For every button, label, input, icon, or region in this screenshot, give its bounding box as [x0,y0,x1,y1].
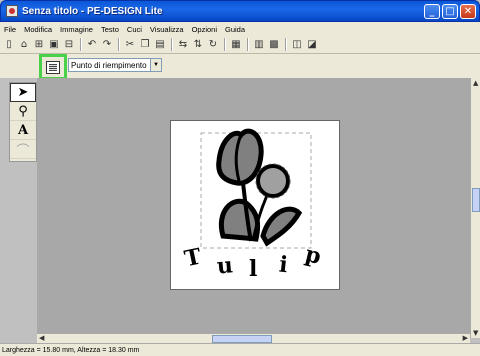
title-bar: Senza titolo - PE-DESIGN Lite _ □ ✕ [0,0,480,22]
write-card-icon[interactable]: ⊟ [62,38,76,52]
preview-icon[interactable]: ◫ [290,38,304,52]
letter-i: i [278,251,289,278]
paste-icon[interactable]: ▤ [153,38,167,52]
scroll-up-icon[interactable]: ▲ [473,79,478,87]
size-readout: Larghezza = 15.80 mm, Altezza = 18.30 mm [2,346,140,354]
toolbar-separator [171,38,173,51]
toolbar-separator [118,38,120,51]
redo-icon[interactable]: ↷ [100,38,114,52]
scroll-down-icon[interactable]: ▼ [473,329,478,337]
status-bar: Larghezza = 15.80 mm, Altezza = 18.30 mm [0,343,480,356]
save-icon[interactable]: ▣ [47,38,61,52]
toolbar-separator [285,38,287,51]
fill-stitch-icon [46,60,60,74]
vertical-scrollbar[interactable]: ▲ ▼ [470,78,480,338]
design-page-icon[interactable]: ▥ [252,38,266,52]
scroll-left-icon[interactable]: ◀ [39,334,44,342]
letter-l: l [249,256,257,282]
menu-cuci[interactable]: Cuci [127,25,142,34]
menu-file[interactable]: File [4,25,16,34]
window-controls: _ □ ✕ [424,4,476,19]
import-icon[interactable]: ⊞ [32,38,46,52]
new-file-icon[interactable]: ▯ [2,38,16,52]
tulip-bud [256,164,290,198]
realistic-preview-icon[interactable]: ◪ [305,38,319,52]
minimize-button[interactable]: _ [424,4,440,19]
letter-p: p [303,241,324,270]
chevron-down-icon[interactable]: ▼ [150,59,161,71]
tulip-design[interactable]: T u l i p [171,121,341,291]
select-tool-arrow-icon[interactable]: ➤ [10,83,36,102]
menu-bar: File Modifica Immagine Testo Cuci Visual… [0,22,480,36]
toolbar-separator [80,38,82,51]
menu-testo[interactable]: Testo [101,25,119,34]
copy-icon[interactable]: ❐ [138,38,152,52]
vertical-scroll-thumb[interactable] [472,188,480,212]
design-page[interactable]: T u l i p [170,120,340,290]
menu-opzioni[interactable]: Opzioni [192,25,217,34]
toolbar-separator [224,38,226,51]
menu-guida[interactable]: Guida [225,25,245,34]
sew-type-value: Punto di riempimento [71,60,147,70]
letter-t: T [182,243,204,272]
letter-u: u [216,252,234,279]
window-title: Senza titolo - PE-DESIGN Lite [22,5,163,17]
menu-immagine[interactable]: Immagine [60,25,93,34]
text-tool-icon[interactable]: A [10,121,36,140]
toolbar-separator [247,38,249,51]
left-leaf [218,198,261,242]
horizontal-scroll-thumb[interactable] [212,335,272,343]
close-button[interactable]: ✕ [460,4,476,19]
shape-tool-icon[interactable]: ⌒ [10,140,36,159]
tool-panel: ➤ ⚲ A ⌒ [9,82,37,162]
scroll-right-icon[interactable]: ▶ [463,334,468,342]
right-leaf [260,206,303,247]
menu-visualizza[interactable]: Visualizza [150,25,184,34]
flip-icon[interactable]: ⇅ [191,38,205,52]
zoom-tool-magnifier-icon[interactable]: ⚲ [10,102,36,121]
horizontal-scrollbar[interactable]: ◀ ▶ [37,333,470,343]
menu-modifica[interactable]: Modifica [24,25,52,34]
rotate-icon[interactable]: ↻ [206,38,220,52]
sew-type-select[interactable]: Punto di riempimento ▼ [68,58,162,72]
undo-icon[interactable]: ↶ [85,38,99,52]
mirror-icon[interactable]: ⇆ [176,38,190,52]
grid-icon[interactable]: ▩ [267,38,281,52]
open-folder-icon[interactable]: ⌂ [17,38,31,52]
maximize-button[interactable]: □ [442,4,458,19]
tulip-text: T u l i p [182,241,323,282]
cut-icon[interactable]: ✂ [123,38,137,52]
sew-setting-icon[interactable]: ▦ [229,38,243,52]
region-sew-button[interactable] [39,54,67,80]
app-icon [6,5,18,17]
main-toolbar: ▯ ⌂ ⊞ ▣ ⊟ ↶ ↷ ✂ ❐ ▤ ⇆ ⇅ ↻ ▦ ▥ ▩ ◫ ◪ [0,36,480,54]
